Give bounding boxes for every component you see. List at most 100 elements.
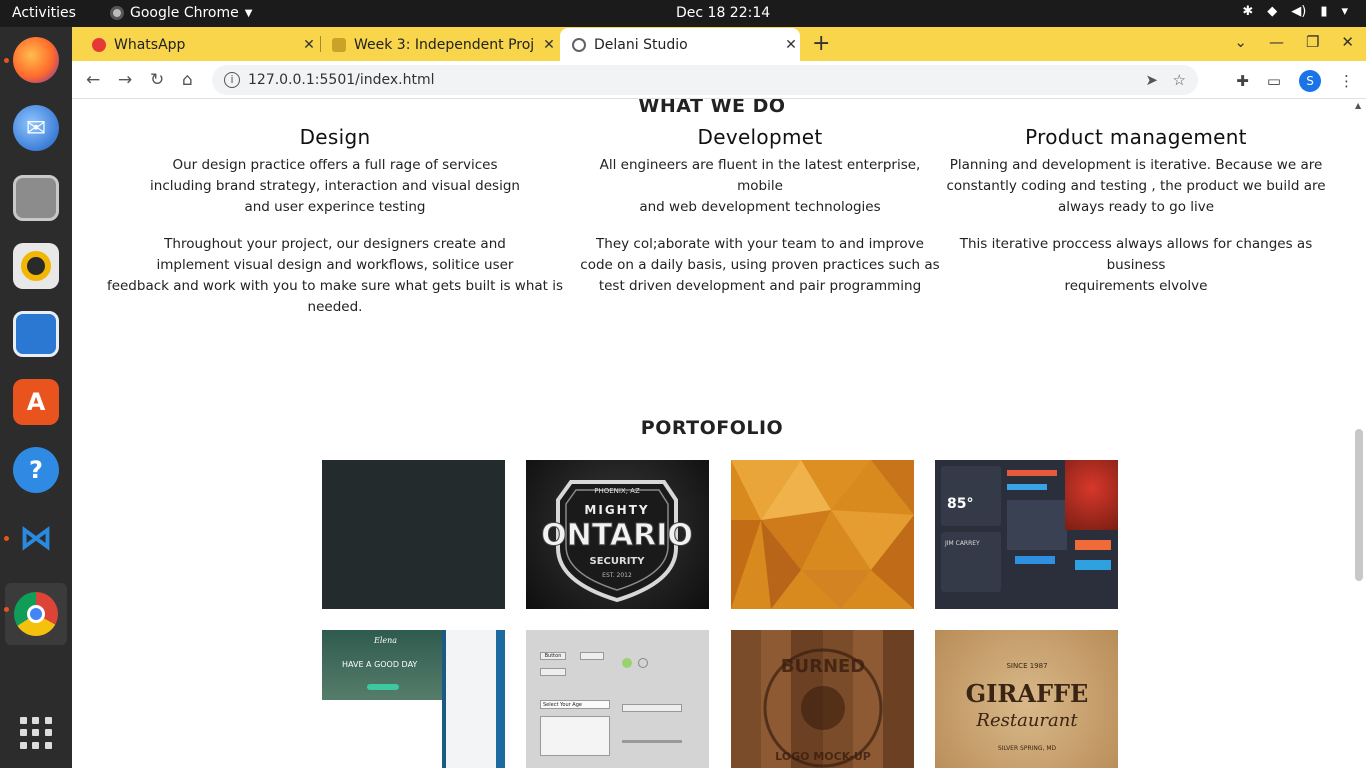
app-menu[interactable]: Google Chrome ▼ <box>110 5 252 21</box>
mockup-side-page <box>446 630 496 768</box>
text-line: code on a daily basis, using proven prac… <box>580 257 940 273</box>
chrome-menu-icon[interactable]: ⋮ <box>1339 72 1354 90</box>
text-line: constantly coding and testing , the prod… <box>946 178 1326 194</box>
text-line: Our design practice offers a full rage o… <box>172 157 498 173</box>
portfolio-tile-mighty-ontario[interactable]: PHOENIX, AZ MIGHTY ONTARIO SECURITY EST.… <box>526 460 709 609</box>
giraffe-since: SINCE 1987 <box>1006 662 1047 670</box>
address-bar[interactable]: i 127.0.0.1:5501/index.html ➤ ☆ <box>212 65 1198 95</box>
activities-button[interactable]: Activities <box>12 5 76 21</box>
window-controls: ⌄ — ❐ ✕ <box>1234 33 1354 51</box>
ui-bar <box>1075 540 1111 550</box>
scrollbar-thumb[interactable] <box>1355 429 1363 581</box>
mockup-brand: Elena <box>374 636 398 645</box>
libreoffice-writer-icon[interactable] <box>13 311 59 357</box>
logo-text-line2: ONTARIO <box>541 518 693 553</box>
tab-label: WhatsApp <box>114 36 186 53</box>
show-applications-icon[interactable] <box>20 717 52 749</box>
service-paragraph: Throughout your project, our designers c… <box>86 234 584 318</box>
extensions-puzzle-icon[interactable]: ✚ <box>1236 72 1249 90</box>
portfolio-tile-ui-kit[interactable]: 85° JIM CARREY <box>935 460 1118 609</box>
weather-temp: 85° <box>947 496 974 512</box>
bookmark-star-icon[interactable]: ☆ <box>1173 71 1186 89</box>
service-paragraph: Our design practice offers a full rage o… <box>86 155 584 218</box>
kit-button-3 <box>540 668 566 676</box>
kit-input <box>622 704 682 712</box>
close-tab-icon[interactable]: ✕ <box>782 37 800 53</box>
tab-whatsapp[interactable]: WhatsApp ✕ <box>72 28 318 61</box>
kit-select: Select Your Age <box>540 700 610 709</box>
profile-card: JIM CARREY <box>941 532 1001 592</box>
system-tray[interactable]: ✱ ◆ ◀) ▮ ▾ <box>1242 4 1348 19</box>
vscode-icon[interactable]: ⋈ <box>13 515 59 561</box>
running-indicator <box>4 58 9 63</box>
logo-text-line4: EST. 2012 <box>602 572 632 579</box>
portfolio-tile-ui-controls[interactable]: Button Select Your Age <box>526 630 709 768</box>
service-product-management: Product management Planning and developm… <box>940 127 1332 313</box>
profile-name: JIM CARREY <box>945 540 980 547</box>
text-line: implement visual design and workflows, s… <box>156 257 514 273</box>
text-line: including brand strategy, interaction an… <box>150 178 520 194</box>
clock[interactable]: Dec 18 22:14 <box>676 5 770 21</box>
tab-week3[interactable]: Week 3: Independent Proj ✕ <box>322 28 558 61</box>
back-arrow-icon[interactable]: ← <box>86 70 100 90</box>
portfolio-tile-orange-polygon[interactable] <box>731 460 914 609</box>
cast-icon[interactable]: ▭ <box>1267 72 1281 90</box>
text-line: All engineers are fluent in the latest e… <box>599 157 921 194</box>
text-line: They col;aborate with your team to and i… <box>596 236 924 252</box>
home-icon[interactable]: ⌂ <box>182 70 193 90</box>
url-text: 127.0.0.1:5501/index.html <box>248 72 435 88</box>
page-scrollbar[interactable]: ▲ <box>1352 99 1366 768</box>
tab-delani-studio[interactable]: Delani Studio ✕ <box>560 28 800 61</box>
close-window-icon[interactable]: ✕ <box>1341 33 1354 51</box>
text-line: feedback and work with you to make sure … <box>106 278 564 315</box>
thunderbird-icon[interactable]: ✉ <box>13 105 59 151</box>
toolbar-right: ✚ ▭ S ⋮ <box>1236 70 1354 92</box>
page-viewport: WHAT WE DO Design Our design practice of… <box>72 99 1352 768</box>
portfolio-tile-giraffe[interactable]: SINCE 1987 GIRAFFE Restaurant SILVER SPR… <box>935 630 1118 768</box>
portfolio-heading: PORTOFOLIO <box>640 417 784 439</box>
ui-bar <box>1007 484 1047 490</box>
help-icon[interactable]: ? <box>13 447 59 493</box>
service-paragraph: This iterative proccess always allows fo… <box>940 234 1332 297</box>
moringa-favicon-icon <box>332 37 346 52</box>
firefox-icon[interactable] <box>13 37 59 83</box>
text-line: Planning and development is iterative. B… <box>949 157 1323 173</box>
kit-list <box>540 716 610 756</box>
giraffe-subtitle: Restaurant <box>975 710 1078 731</box>
dock: ✉ A ? ⋈ <box>0 27 72 768</box>
logo-text-top: PHOENIX, AZ <box>594 487 640 495</box>
ubuntu-software-icon[interactable]: A <box>13 379 59 425</box>
rhythmbox-icon[interactable] <box>13 243 59 289</box>
ui-panel <box>1007 500 1067 550</box>
power-menu-icon: ▾ <box>1341 4 1348 19</box>
chrome-icon[interactable] <box>5 583 67 645</box>
close-tab-icon[interactable]: ✕ <box>300 37 318 53</box>
tab-label: Delani Studio <box>594 36 688 53</box>
mockup-body <box>322 700 442 768</box>
new-tab-plus-icon[interactable]: + <box>812 31 830 56</box>
kit-radio <box>638 658 648 668</box>
reload-icon[interactable]: ↻ <box>150 70 164 90</box>
portfolio-tile-website-mockup[interactable]: Elena HAVE A GOOD DAY <box>322 630 505 768</box>
text-line: and user experince testing <box>244 199 426 215</box>
text-line: requirements elvolve <box>1064 278 1208 294</box>
service-paragraph: All engineers are fluent in the latest e… <box>580 155 940 218</box>
tab-search-chevron-icon[interactable]: ⌄ <box>1234 33 1247 51</box>
wifi-icon: ◆ <box>1267 4 1278 19</box>
mockup-headline: HAVE A GOOD DAY <box>342 660 418 669</box>
minimize-icon[interactable]: — <box>1269 33 1284 51</box>
close-tab-icon[interactable]: ✕ <box>540 37 558 53</box>
profile-avatar[interactable]: S <box>1299 70 1321 92</box>
files-icon[interactable] <box>13 175 59 221</box>
ui-bar <box>1007 470 1057 476</box>
text-line: always ready to go live <box>1057 199 1215 215</box>
portfolio-tile-dark[interactable] <box>322 460 505 609</box>
portfolio-tile-burned-logo[interactable]: BURNED LOGO MOCK-UP <box>731 630 914 768</box>
scroll-up-arrow-icon[interactable]: ▲ <box>1355 101 1361 110</box>
service-title: Developmet <box>697 125 823 149</box>
site-info-icon[interactable]: i <box>224 72 240 88</box>
send-tab-icon[interactable]: ➤ <box>1145 71 1158 89</box>
restore-icon[interactable]: ❐ <box>1306 33 1319 51</box>
tab-separator <box>320 36 321 52</box>
forward-arrow-icon[interactable]: → <box>118 70 132 90</box>
